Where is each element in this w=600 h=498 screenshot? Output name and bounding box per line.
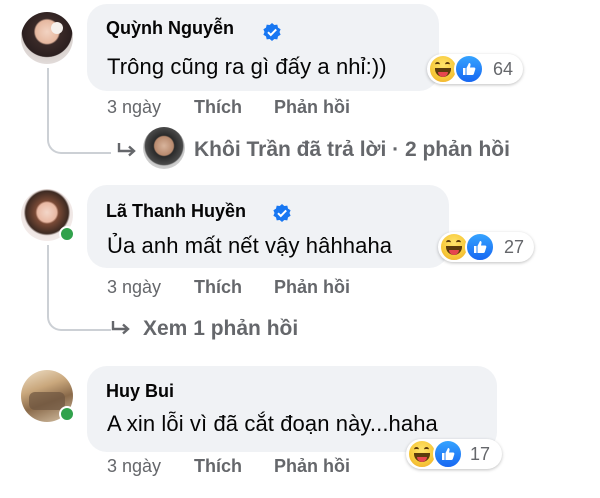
reaction-summary[interactable]: 64 [427,54,523,84]
like-icon [454,54,484,84]
like-icon [465,232,495,262]
online-status-indicator [59,226,75,242]
like-button[interactable]: Thích [194,277,242,298]
reaction-count: 27 [504,237,525,257]
comment-time[interactable]: 3 ngày [107,97,161,118]
comment-author[interactable]: Huy Bui [106,381,174,402]
comment-actions: 3 ngày Thích Phản hồi [0,456,600,480]
avatar[interactable] [21,12,73,64]
verified-badge-icon [263,23,281,41]
reply-arrow-icon [111,321,130,335]
comment-actions: 3 ngày Thích Phản hồi [0,277,600,301]
comment-author[interactable]: Lã Thanh Huyền [106,201,246,222]
view-replies-link[interactable]: Xem 1 phản hồi [143,317,298,341]
reply-avatar[interactable] [143,127,185,169]
comment-text: Trông cũng ra gì đấy a nhỉ:)) [107,54,387,79]
verified-badge-icon [273,204,291,222]
reaction-count: 64 [493,59,514,79]
view-replies-link[interactable]: Khôi Trần đã trả lời · 2 phản hồi [194,138,510,162]
comment-author[interactable]: Quỳnh Nguyễn [106,18,234,39]
online-status-indicator [59,406,75,422]
reaction-summary[interactable]: 27 [438,232,534,262]
reply-arrow-icon [117,143,136,157]
reply-button[interactable]: Phản hồi [274,277,350,298]
like-button[interactable]: Thích [194,456,242,477]
like-button[interactable]: Thích [194,97,242,118]
reply-button[interactable]: Phản hồi [274,456,350,477]
reply-button[interactable]: Phản hồi [274,97,350,118]
comment-actions: 3 ngày Thích Phản hồi [0,97,600,121]
comment-time[interactable]: 3 ngày [107,456,161,477]
comment-text: Ủa anh mất nết vậy hâhhaha [107,233,393,258]
comment-text: A xin lỗi vì đã cắt đoạn này...haha [107,411,438,436]
comment-time[interactable]: 3 ngày [107,277,161,298]
